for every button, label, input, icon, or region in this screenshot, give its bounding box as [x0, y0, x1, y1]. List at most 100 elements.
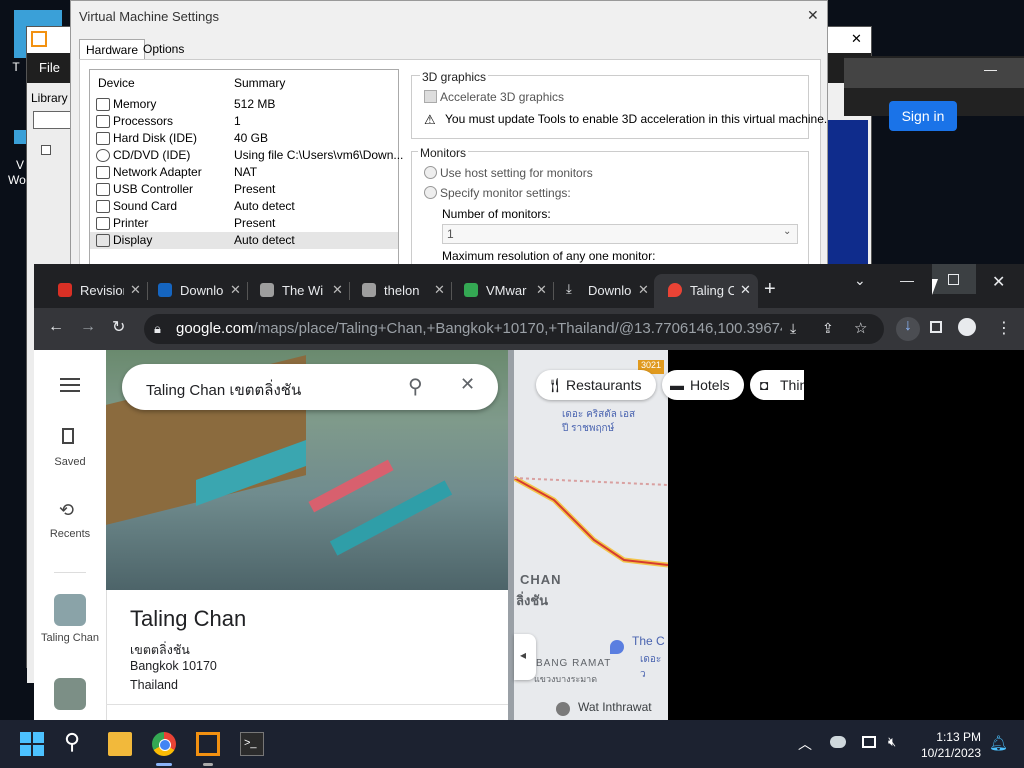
- file-explorer-icon[interactable]: [108, 732, 132, 756]
- chip-things-to-do[interactable]: ◘ Thin: [750, 370, 804, 400]
- map-canvas[interactable]: 3021 เดอะ คริสตัล เอส ปี ราชพฤกษ์ CHAN ล…: [514, 350, 668, 720]
- close-tab-icon[interactable]: ✕: [638, 282, 649, 298]
- windows-start-icon[interactable]: [20, 732, 44, 756]
- close-icon[interactable]: ✕: [851, 31, 862, 47]
- close-icon[interactable]: ✕: [992, 272, 1005, 292]
- side-panel-icon[interactable]: [930, 321, 942, 333]
- browser-tab[interactable]: Downlo ✕: [144, 274, 248, 308]
- profile-avatar-icon[interactable]: [958, 318, 976, 336]
- poi-label[interactable]: The C: [632, 634, 665, 648]
- browser-tab[interactable]: The Wi ✕: [246, 274, 350, 308]
- device-name: Sound Card: [113, 199, 178, 213]
- install-app-icon[interactable]: ⤓: [790, 320, 796, 337]
- browser-tab[interactable]: ⤓ Downlo ✕: [552, 274, 656, 308]
- back-icon[interactable]: ←: [48, 318, 64, 336]
- poi-label[interactable]: Wat Inthrawat: [578, 700, 652, 714]
- search-icon[interactable]: ⚲: [408, 374, 423, 399]
- device-name: Display: [113, 233, 153, 247]
- close-icon[interactable]: ✕: [807, 7, 819, 24]
- recent-place-label[interactable]: Taling Chan: [34, 632, 106, 644]
- clock-date[interactable]: 10/21/2023: [913, 746, 981, 760]
- volume-muted-icon[interactable]: 🔇︎: [888, 734, 896, 750]
- minimize-icon[interactable]: —: [984, 62, 997, 77]
- close-tab-icon[interactable]: ✕: [536, 282, 547, 298]
- close-tab-icon[interactable]: ✕: [740, 282, 751, 298]
- notification-bell-icon[interactable]: 🔔︎: [989, 734, 1008, 752]
- taskbar: ⚲ >_ ︿ 🔇︎ 1:13 PM 10/21/2023 🔔︎: [0, 720, 1024, 768]
- network-icon[interactable]: [862, 736, 876, 748]
- vmware-console-area: [826, 120, 868, 266]
- clock-time[interactable]: 1:13 PM: [925, 730, 981, 744]
- library-search-input[interactable]: [33, 111, 71, 129]
- browser-tab[interactable]: thelon ✕: [348, 274, 452, 308]
- menu-kebab-icon[interactable]: ⋮: [996, 318, 1012, 338]
- temple-pin-icon[interactable]: [556, 702, 570, 716]
- use-host-radio[interactable]: [424, 166, 437, 179]
- device-row[interactable]: Hard Disk (IDE) 40 GB: [90, 130, 398, 147]
- clear-search-icon[interactable]: ✕: [460, 374, 475, 395]
- tab-options[interactable]: Options: [137, 39, 190, 59]
- url-text: google.com/maps/place/Taling+Chan,+Bangk…: [176, 320, 782, 337]
- onedrive-icon[interactable]: [830, 736, 846, 748]
- chip-hotels[interactable]: ▬ Hotels: [662, 370, 744, 400]
- accelerate-3d-checkbox[interactable]: [424, 90, 437, 103]
- chip-restaurants[interactable]: 🍴︎ Restaurants: [536, 370, 656, 400]
- history-icon[interactable]: ⟲: [59, 500, 74, 521]
- select-value: 1: [447, 227, 454, 241]
- area-label: CHAN: [520, 572, 562, 587]
- device-row[interactable]: CD/DVD (IDE) Using file C:\Users\vm6\Down…: [90, 147, 403, 164]
- specify-settings-radio[interactable]: [424, 186, 437, 199]
- terminal-icon[interactable]: >_: [240, 732, 264, 756]
- device-row[interactable]: Sound Card Auto detect: [90, 198, 398, 215]
- collapse-panel-button[interactable]: ◂: [514, 634, 536, 680]
- reload-icon[interactable]: ↻: [112, 317, 125, 337]
- poi-label[interactable]: เดอะ คริสตัล เอส ปี ราชพฤกษ์: [562, 408, 635, 436]
- sound-card-icon: [96, 200, 110, 213]
- device-row[interactable]: Printer Present: [90, 215, 398, 232]
- browser-tab[interactable]: Revision ✕: [44, 274, 148, 308]
- recents-label[interactable]: Recents: [34, 528, 106, 540]
- device-row[interactable]: Processors 1: [90, 113, 398, 130]
- device-name: USB Controller: [113, 182, 194, 196]
- device-row-selected[interactable]: Display Auto detect: [90, 232, 398, 249]
- number-of-monitors-select[interactable]: 1 ⌄: [442, 224, 798, 244]
- search-input[interactable]: Taling Chan เขตตลิ่งชัน: [146, 378, 301, 402]
- maximize-button[interactable]: [932, 264, 976, 294]
- browser-tab[interactable]: VMwar ✕: [450, 274, 554, 308]
- shopping-pin-icon[interactable]: [610, 640, 624, 654]
- recent-place-thumbnail[interactable]: [54, 678, 86, 710]
- chevron-up-icon[interactable]: ︿: [798, 734, 812, 754]
- browser-tab-active[interactable]: Taling C ✕: [654, 274, 758, 308]
- extension-download-icon[interactable]: ↓: [896, 317, 920, 341]
- recent-place-thumbnail[interactable]: [54, 594, 86, 626]
- new-tab-button[interactable]: +: [764, 278, 776, 301]
- device-row[interactable]: Memory 512 MB: [90, 96, 398, 113]
- chevron-down-icon: ⌄: [783, 226, 792, 237]
- close-tab-icon[interactable]: ✕: [332, 282, 343, 298]
- device-summary: 40 GB: [234, 131, 269, 145]
- close-tab-icon[interactable]: ✕: [434, 282, 445, 298]
- close-tab-icon[interactable]: ✕: [230, 282, 241, 298]
- tab-search-icon[interactable]: ⌄: [854, 272, 866, 289]
- sign-in-button[interactable]: Sign in: [889, 101, 957, 131]
- menu-file[interactable]: File: [39, 60, 60, 75]
- poi-label[interactable]: เดอะ ว: [640, 652, 668, 682]
- minimize-icon[interactable]: —: [900, 272, 914, 288]
- forward-icon[interactable]: →: [80, 318, 96, 336]
- bookmark-star-icon[interactable]: ☆: [854, 319, 867, 337]
- close-tab-icon[interactable]: ✕: [130, 282, 141, 298]
- tree-expand-icon[interactable]: [41, 145, 51, 155]
- device-list: Device Summary Memory 512 MB Processors 1 …: [89, 69, 403, 269]
- search-icon[interactable]: ⚲: [64, 729, 88, 754]
- hamburger-menu-icon[interactable]: [60, 378, 80, 392]
- device-row[interactable]: USB Controller Present: [90, 181, 398, 198]
- device-row[interactable]: Network Adapter NAT: [90, 164, 398, 181]
- saved-label[interactable]: Saved: [34, 456, 106, 468]
- bookmark-icon[interactable]: [62, 428, 74, 444]
- share-icon[interactable]: ⇪: [822, 320, 834, 337]
- tab-title: Taling C: [690, 283, 734, 298]
- search-box[interactable]: Taling Chan เขตตลิ่งชัน ⚲ ✕: [122, 364, 498, 410]
- vmware-icon[interactable]: [196, 732, 220, 756]
- chrome-icon[interactable]: [152, 732, 176, 756]
- tab-hardware[interactable]: Hardware: [79, 39, 146, 60]
